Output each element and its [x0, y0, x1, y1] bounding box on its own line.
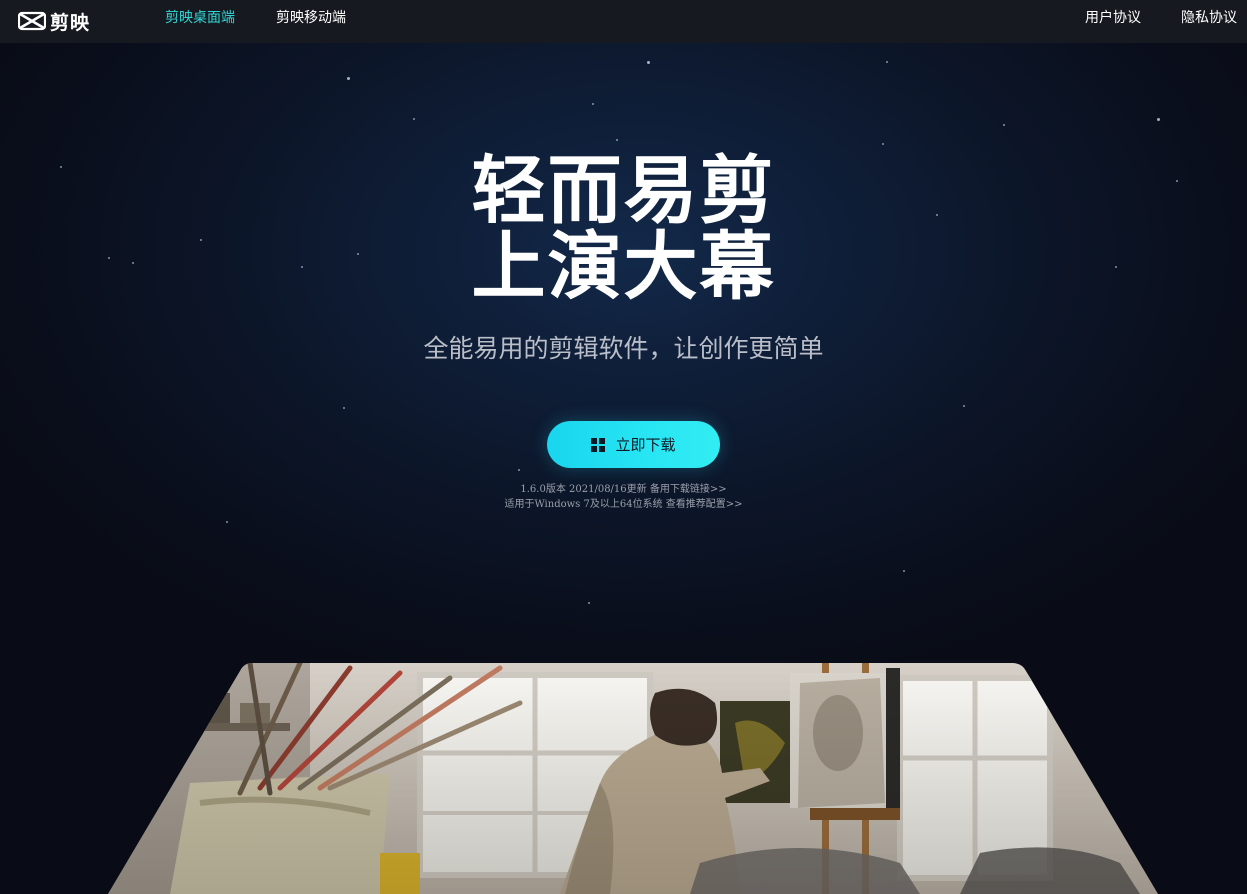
- system-requirements: 适用于Windows 7及以上64位系统: [504, 499, 663, 510]
- star: [882, 143, 884, 145]
- download-button[interactable]: 立即下载: [547, 421, 720, 468]
- star: [518, 469, 520, 471]
- capcut-logo-icon: [18, 11, 46, 31]
- star: [343, 407, 345, 409]
- video-preview-image: [108, 663, 1158, 894]
- star: [592, 103, 594, 105]
- headline-line-2: 上演大幕: [471, 224, 776, 310]
- page: 剪映 剪映桌面端 剪映移动端 用户协议 隐私协议 轻而易剪 上演大幕 全能易用的…: [0, 0, 1247, 894]
- star: [963, 405, 965, 407]
- logo-text: 剪映: [50, 11, 91, 34]
- requirements-row: 适用于Windows 7及以上64位系统 查看推荐配置>>: [0, 498, 1247, 512]
- backup-download-link[interactable]: 备用下载链接>>: [650, 484, 727, 495]
- star: [588, 602, 590, 604]
- star: [886, 61, 888, 63]
- nav-user-agreement[interactable]: 用户协议: [1085, 10, 1141, 26]
- star: [647, 61, 650, 64]
- star: [347, 77, 350, 80]
- star: [1157, 118, 1160, 121]
- nav-desktop[interactable]: 剪映桌面端: [165, 10, 235, 26]
- nav-privacy-agreement[interactable]: 隐私协议: [1181, 10, 1237, 26]
- star: [1003, 124, 1005, 126]
- recommended-config-link[interactable]: 查看推荐配置>>: [666, 499, 743, 510]
- version-info: 1.6.0版本 2021/08/16更新: [520, 484, 647, 495]
- star: [226, 521, 228, 523]
- logo[interactable]: 剪映: [18, 8, 90, 34]
- windows-icon: [591, 437, 606, 452]
- video-preview: [0, 663, 1247, 894]
- nav-mobile[interactable]: 剪映移动端: [276, 10, 346, 26]
- headline-line-1: 轻而易剪: [471, 148, 776, 234]
- top-nav-bar: 剪映 剪映桌面端 剪映移动端 用户协议 隐私协议: [0, 0, 1247, 43]
- hero-subtitle: 全能易用的剪辑软件，让创作更简单: [423, 334, 824, 363]
- version-info-row: 1.6.0版本 2021/08/16更新 备用下载链接>>: [0, 483, 1247, 497]
- download-button-label: 立即下载: [615, 436, 676, 454]
- star: [616, 139, 618, 141]
- star: [903, 570, 905, 572]
- star: [413, 118, 415, 120]
